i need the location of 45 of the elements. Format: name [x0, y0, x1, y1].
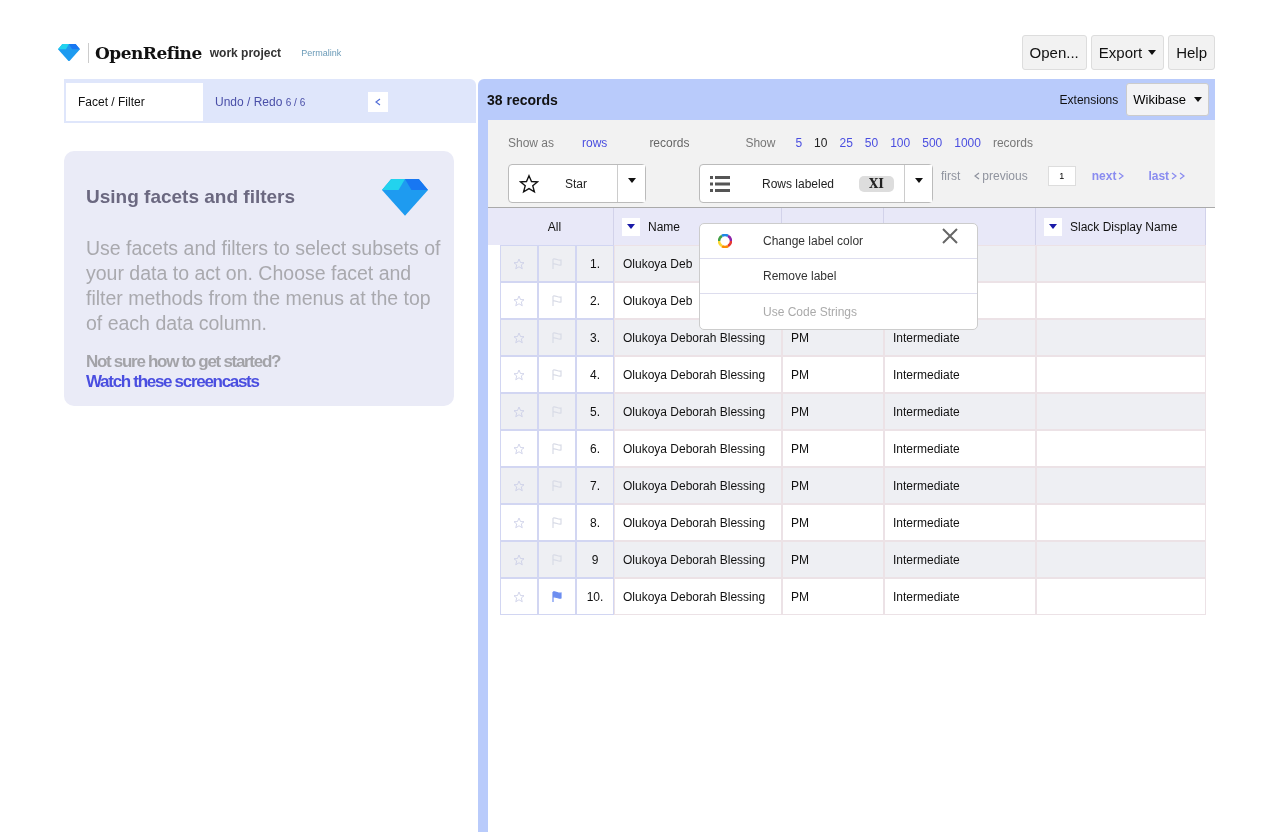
table-cell: Olukoya Deborah Blessing: [614, 578, 782, 615]
row-number: 5.: [576, 393, 614, 430]
show-as-label: Show as: [508, 136, 555, 150]
table-cell: PM: [782, 356, 884, 393]
table-cell: PM: [782, 430, 884, 467]
table-cell: Intermediate: [884, 504, 1036, 541]
row-number: 10.: [576, 578, 614, 615]
row-number: 4.: [576, 356, 614, 393]
table-cell: PM: [782, 504, 884, 541]
table-cell: Olukoya Deborah Blessing: [614, 356, 782, 393]
table-cell: Intermediate: [884, 430, 1036, 467]
table-cell: PM: [782, 541, 884, 578]
row-number: 8.: [576, 504, 614, 541]
row-number: 7.: [576, 467, 614, 504]
card-text: Use facets and filters to select subsets of your data to act on. Choose facet and filter methods from the menus at the top of each data column.: [86, 235, 442, 336]
table-cell: Intermediate: [884, 393, 1036, 430]
app-name: OpenRefine: [88, 42, 202, 63]
label-badge: XI: [859, 175, 894, 192]
table-cell: PM: [782, 578, 884, 615]
table-cell: Intermediate: [884, 467, 1036, 504]
table-cell: Olukoya Deborah Blessing: [614, 430, 782, 467]
project-name: work project: [209, 45, 282, 60]
record-count: 38 records: [487, 91, 558, 108]
show-label: Show: [745, 136, 776, 150]
table-cell: Olukoya Deborah Blessing: [614, 393, 782, 430]
column-label: Slack Display Name: [1070, 219, 1178, 234]
help-prompt: Not sure how to get started?: [86, 351, 282, 372]
table-cell: Olukoya Deborah Blessing: [614, 541, 782, 578]
table-cell: PM: [782, 393, 884, 430]
table-cell: Intermediate: [884, 578, 1036, 615]
column-label: Name: [648, 219, 680, 234]
records-label: records: [992, 136, 1033, 150]
row-number: 1.: [576, 245, 614, 282]
extensions-label: Extensions: [1059, 92, 1119, 107]
table-cell: Intermediate: [884, 356, 1036, 393]
row-number: 6.: [576, 430, 614, 467]
table-cell: Olukoya Deborah Blessing: [614, 467, 782, 504]
row-number: 9: [576, 541, 614, 578]
table-cell: PM: [782, 467, 884, 504]
row-number: 2.: [576, 282, 614, 319]
column-label: All: [547, 219, 562, 234]
table-cell: Olukoya Deborah Blessing: [614, 504, 782, 541]
table-cell: Intermediate: [884, 541, 1036, 578]
row-number: 3.: [576, 319, 614, 356]
card-title: Using facets and filters: [86, 186, 296, 209]
